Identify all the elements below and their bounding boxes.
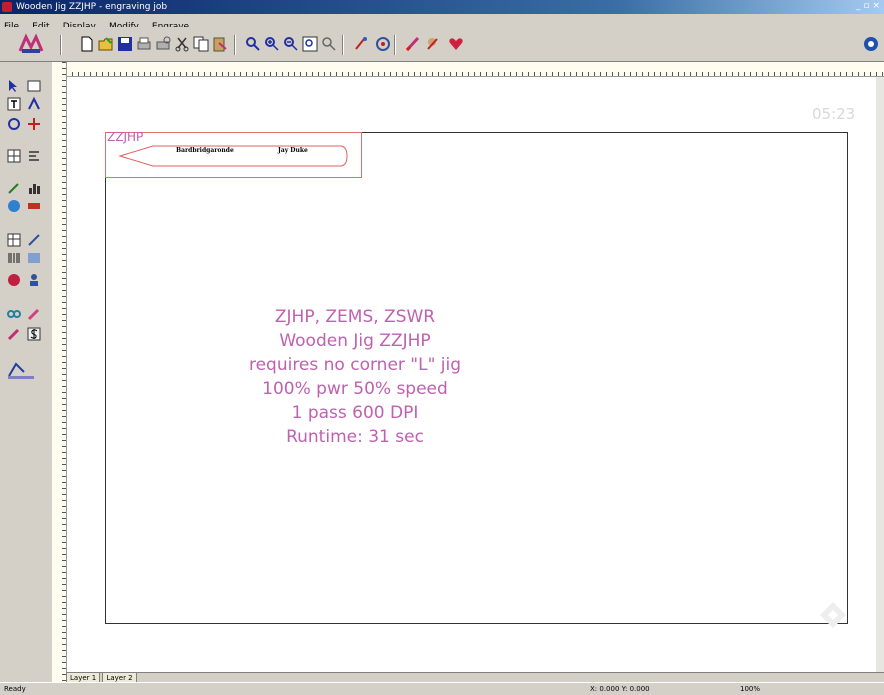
toolbar-separator	[234, 35, 236, 55]
dashboard-tab-icon[interactable]	[6, 358, 36, 380]
node-edit-icon[interactable]	[26, 96, 42, 112]
engraving-text-right[interactable]: Jay Duke	[278, 147, 308, 154]
material-icon[interactable]	[26, 198, 42, 214]
wand-icon[interactable]	[6, 180, 22, 196]
open-file-icon[interactable]	[97, 35, 115, 53]
rectangle-icon[interactable]	[26, 78, 42, 94]
horizontal-ruler	[66, 62, 884, 77]
zoom-page-icon[interactable]	[320, 35, 338, 53]
toolbar-separator	[60, 35, 62, 55]
pen-icon[interactable]	[26, 232, 42, 248]
app-icon	[2, 2, 12, 12]
note-line: requires no corner "L" jig	[248, 355, 462, 375]
vertical-ruler	[52, 62, 67, 682]
status-bar: Ready X: 0.000 Y: 0.000 100%	[0, 682, 884, 695]
align-icon[interactable]	[26, 148, 42, 164]
tool-palette	[0, 62, 53, 682]
chain-icon[interactable]	[6, 306, 22, 322]
heart-icon[interactable]	[447, 35, 465, 53]
paste-icon[interactable]	[211, 35, 229, 53]
print-preview-icon[interactable]	[154, 35, 172, 53]
note-line: 100% pwr 50% speed	[262, 379, 448, 399]
title-bar: Wooden Jig ZZJHP - engraving job _ ▫ ×	[0, 0, 884, 14]
vertical-scrollbar[interactable]	[876, 77, 884, 672]
toolbar-separator	[342, 35, 344, 55]
zoom-level: 100%	[740, 685, 761, 693]
job-notes: ZJHP, ZEMS, ZSWR Wooden Jig ZZJHP requir…	[205, 305, 505, 449]
stamp-icon[interactable]	[423, 35, 441, 53]
status-text: Ready	[4, 685, 26, 693]
chart-icon[interactable]	[26, 180, 42, 196]
paint-icon[interactable]	[26, 306, 42, 322]
main-toolbar	[0, 27, 884, 62]
zoom-out-icon[interactable]	[282, 35, 300, 53]
user-icon[interactable]	[26, 272, 42, 288]
window-controls[interactable]: _ ▫ ×	[856, 1, 880, 11]
note-line: ZJHP, ZEMS, ZSWR	[274, 307, 436, 327]
note-line: Runtime: 31 sec	[286, 427, 424, 447]
engraving-text-left[interactable]: Bardbridgaronde	[176, 147, 234, 154]
watermark-icon	[820, 602, 846, 628]
menu-bar: File Edit Display Modify Engrave	[0, 14, 884, 32]
settings-icon[interactable]	[374, 35, 392, 53]
cross-icon[interactable]	[26, 116, 42, 132]
text-icon[interactable]	[6, 96, 22, 112]
toolbar-separator	[394, 35, 396, 55]
pointer-icon[interactable]	[6, 78, 22, 94]
zoom-fit-icon[interactable]	[301, 35, 319, 53]
grid-icon[interactable]	[6, 148, 22, 164]
copy-icon[interactable]	[192, 35, 210, 53]
fill-icon[interactable]	[6, 326, 22, 342]
jig-shape[interactable]	[115, 140, 350, 172]
barcode-icon[interactable]	[6, 250, 22, 266]
coordinate-readout: X: 0.000 Y: 0.000	[590, 685, 650, 693]
note-line: Wooden Jig ZZJHP	[279, 331, 431, 351]
help-icon[interactable]	[862, 35, 880, 53]
zoom-in-icon[interactable]	[263, 35, 281, 53]
badge-icon[interactable]	[6, 272, 22, 288]
cut-icon[interactable]	[173, 35, 191, 53]
logo-icon	[18, 33, 44, 53]
table-icon[interactable]	[6, 232, 22, 248]
zoom-icon[interactable]	[244, 35, 262, 53]
brush-icon[interactable]	[404, 35, 422, 53]
new-file-icon[interactable]	[78, 35, 96, 53]
save-icon[interactable]	[116, 35, 134, 53]
note-line: 1 pass 600 DPI	[291, 403, 419, 423]
timer-readout: 05:23	[812, 105, 856, 123]
window-title: Wooden Jig ZZJHP - engraving job	[16, 2, 168, 12]
shape-icon[interactable]	[6, 116, 22, 132]
laser-icon[interactable]	[352, 35, 370, 53]
globe-icon[interactable]	[6, 198, 22, 214]
dollar-icon[interactable]	[26, 326, 42, 342]
photo-icon[interactable]	[26, 250, 42, 266]
print-icon[interactable]	[135, 35, 153, 53]
